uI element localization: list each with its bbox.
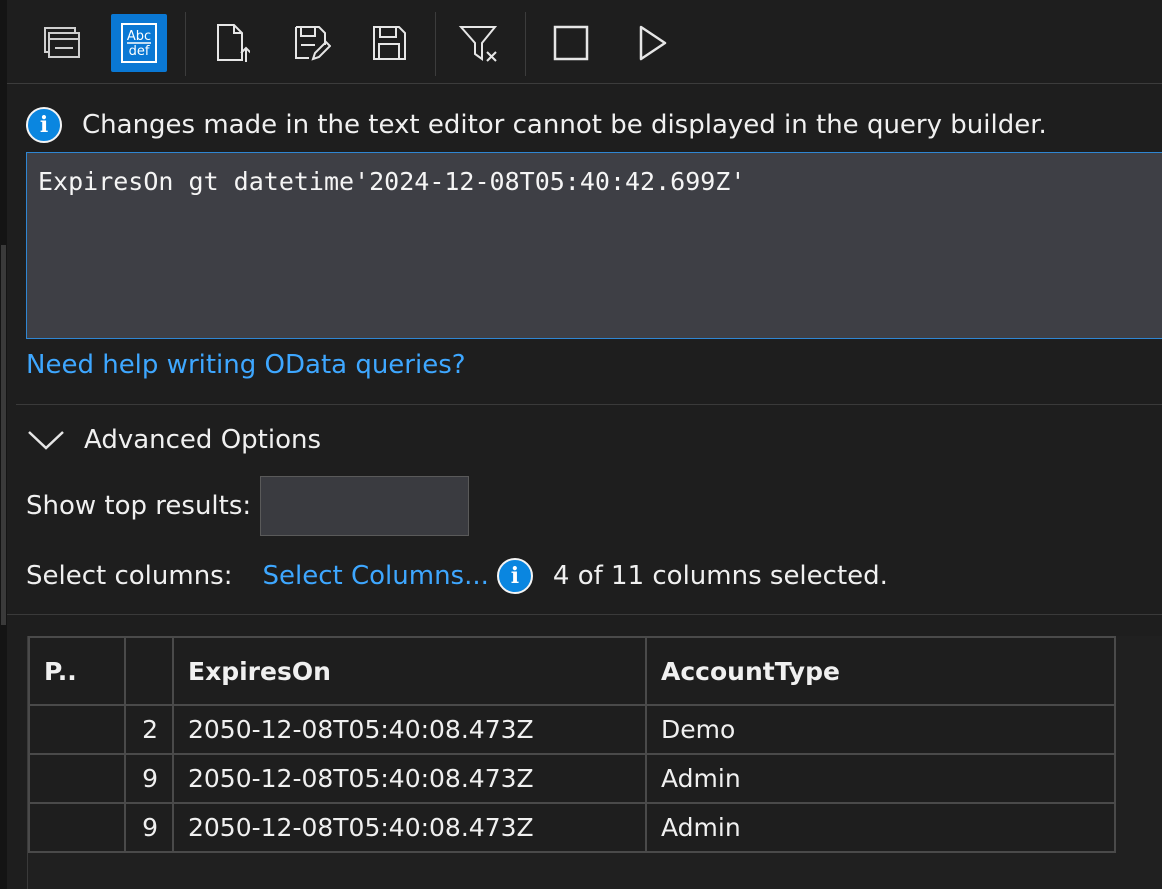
toolbar-separator xyxy=(435,12,436,76)
chevron-down-icon xyxy=(28,431,64,450)
cell-expireson[interactable]: 2050-12-08T05:40:08.473Z xyxy=(172,802,647,853)
file-upload-icon xyxy=(217,24,250,62)
query-panel: Abc def i Changes made in the text edito… xyxy=(0,0,1162,889)
divider xyxy=(16,404,1162,405)
cell-row-number[interactable]: 9 xyxy=(124,753,174,804)
select-columns-link[interactable]: Select Columns... xyxy=(263,561,489,591)
column-header-expireson[interactable]: ExpiresOn xyxy=(172,636,647,706)
left-scrollbar[interactable] xyxy=(0,0,7,889)
toolbar-separator xyxy=(185,12,186,76)
column-header-partition[interactable]: P.. xyxy=(28,636,126,706)
save-icon xyxy=(373,26,406,60)
table-row[interactable]: 9 2050-12-08T05:40:08.473Z Admin xyxy=(28,753,1116,804)
query-text-editor[interactable]: ExpiresOn gt datetime'2024-12-08T05:40:4… xyxy=(26,152,1162,339)
clear-filter-button[interactable] xyxy=(452,14,508,72)
show-top-results-input[interactable] xyxy=(260,476,470,536)
abc-def-icon: Abc def xyxy=(121,23,157,63)
play-icon xyxy=(639,25,667,61)
save-query-button[interactable] xyxy=(361,14,417,72)
stop-button[interactable] xyxy=(543,14,599,72)
cell-expireson[interactable]: 2050-12-08T05:40:08.473Z xyxy=(172,753,647,804)
cell-accounttype[interactable]: Admin xyxy=(645,802,1116,853)
results-grid: P.. ExpiresOn AccountType 2 2050-12-08T0… xyxy=(27,636,1162,889)
show-top-results-row: Show top results: xyxy=(26,476,470,536)
show-top-results-label: Show top results: xyxy=(26,491,252,521)
info-icon: i xyxy=(26,107,62,143)
table-row[interactable]: 9 2050-12-08T05:40:08.473Z Admin xyxy=(28,802,1116,853)
cell-accounttype[interactable]: Demo xyxy=(645,704,1116,755)
stop-icon xyxy=(553,25,589,61)
cell-row-number[interactable]: 9 xyxy=(124,802,174,853)
text-editor-toggle-button[interactable]: Abc def xyxy=(111,14,167,72)
cell-partition[interactable] xyxy=(28,704,126,755)
save-edit-icon xyxy=(295,26,331,61)
column-header-accounttype[interactable]: AccountType xyxy=(645,636,1116,706)
cell-partition[interactable] xyxy=(28,802,126,853)
info-banner: i Changes made in the text editor cannot… xyxy=(26,104,1047,146)
window-layout-button[interactable] xyxy=(33,14,89,72)
left-scrollbar-thumb[interactable] xyxy=(1,245,6,625)
filter-clear-icon xyxy=(458,26,498,62)
cell-expireson[interactable]: 2050-12-08T05:40:08.473Z xyxy=(172,704,647,755)
run-query-button[interactable] xyxy=(624,14,680,72)
select-columns-label: Select columns: xyxy=(26,561,233,591)
table-header-row: P.. ExpiresOn AccountType xyxy=(28,636,1116,706)
edit-query-button[interactable] xyxy=(283,14,339,72)
advanced-options-toggle[interactable]: Advanced Options xyxy=(26,420,321,460)
odata-help-link[interactable]: Need help writing OData queries? xyxy=(26,350,466,380)
divider xyxy=(7,614,1162,615)
open-query-button[interactable] xyxy=(202,14,258,72)
info-message: Changes made in the text editor cannot b… xyxy=(82,110,1047,140)
icon-text-top: Abc xyxy=(127,29,151,44)
advanced-options-label: Advanced Options xyxy=(84,425,322,455)
columns-selected-count: 4 of 11 columns selected. xyxy=(552,561,888,591)
toolbar: Abc def xyxy=(7,0,1162,84)
table-row[interactable]: 2 2050-12-08T05:40:08.473Z Demo xyxy=(28,704,1116,755)
cell-partition[interactable] xyxy=(28,753,126,804)
cell-row-number[interactable]: 2 xyxy=(124,704,174,755)
window-layout-icon xyxy=(44,27,80,58)
cell-accounttype[interactable]: Admin xyxy=(645,753,1116,804)
icon-text-bottom: def xyxy=(129,44,150,59)
column-header-row-number[interactable] xyxy=(124,636,174,706)
results-table: P.. ExpiresOn AccountType 2 2050-12-08T0… xyxy=(28,636,1116,853)
toolbar-separator xyxy=(525,12,526,76)
columns-info-icon[interactable]: i xyxy=(496,558,533,594)
select-columns-row: Select columns: Select Columns... i 4 of… xyxy=(26,556,888,596)
